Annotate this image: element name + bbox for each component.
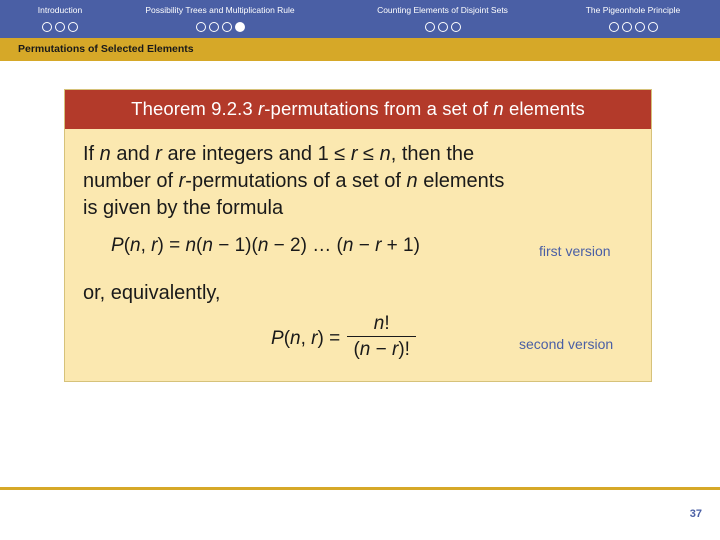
- formula-second-lhs: P(n, r) =: [271, 328, 341, 350]
- progress-dot[interactable]: [424, 21, 435, 32]
- second-version-note: second version: [519, 336, 614, 352]
- footer-divider: [0, 487, 720, 490]
- progress-dot[interactable]: [221, 21, 232, 32]
- nav-section-label: Counting Elements of Disjoint Sets: [377, 5, 508, 15]
- formula-second-version: P(n, r) = n! (n − r)!: [271, 313, 418, 363]
- theorem-box: Theorem 9.2.3 r-permutations from a set …: [64, 89, 652, 382]
- fraction: n! (n − r)!: [347, 313, 416, 361]
- progress-dot[interactable]: [208, 21, 219, 32]
- or-equivalently-text: or, equivalently,: [83, 282, 221, 304]
- top-navigation-bar: Introduction Possibility Trees and Multi…: [0, 0, 720, 38]
- section-title: Permutations of Selected Elements: [18, 43, 194, 55]
- nav-section-possibility-trees[interactable]: Possibility Trees and Multiplication Rul…: [110, 0, 330, 38]
- progress-dot[interactable]: [450, 21, 461, 32]
- theorem-statement-line-1: If n and r are integers and 1 ≤ r ≤ n, t…: [83, 143, 475, 165]
- formula-row-second: P(n, r) = n! (n − r)! second version: [83, 309, 633, 361]
- progress-dot[interactable]: [42, 21, 52, 32]
- progress-dot[interactable]: [195, 21, 206, 32]
- progress-dot[interactable]: [55, 21, 65, 32]
- fraction-denominator: (n − r)!: [353, 339, 410, 360]
- nav-section-label: The Pigeonhole Principle: [585, 5, 681, 15]
- theorem-statement-line-2: number of r-permutations of a set of n e…: [83, 170, 505, 192]
- progress-dot[interactable]: [437, 21, 448, 32]
- theorem-body: If n and r are integers and 1 ≤ r ≤ n, t…: [65, 129, 651, 381]
- progress-dot-active[interactable]: [234, 21, 245, 32]
- nav-progress-dots: [558, 18, 708, 36]
- nav-section-label: Possibility Trees and Multiplication Rul…: [145, 5, 295, 15]
- nav-progress-dots: [350, 18, 535, 36]
- nav-section-counting-disjoint-sets[interactable]: Counting Elements of Disjoint Sets: [350, 0, 535, 38]
- formula-first-version: P(n, r) = n(n − 1)(n − 2) … (n − r + 1): [111, 235, 420, 256]
- progress-dot[interactable]: [608, 21, 619, 32]
- nav-progress-dots: [10, 18, 110, 36]
- progress-dot[interactable]: [647, 21, 658, 32]
- nav-progress-dots: [110, 18, 330, 36]
- progress-dot[interactable]: [634, 21, 645, 32]
- section-title-band: Permutations of Selected Elements: [0, 38, 720, 61]
- nav-section-introduction[interactable]: Introduction: [10, 0, 110, 38]
- nav-section-pigeonhole-principle[interactable]: The Pigeonhole Principle: [558, 0, 708, 38]
- theorem-title-text: Theorem 9.2.3 r-permutations from a set …: [131, 98, 585, 119]
- formula-row-first: P(n, r) = n(n − 1)(n − 2) … (n − r + 1) …: [83, 232, 633, 262]
- progress-dot[interactable]: [621, 21, 632, 32]
- first-version-note: first version: [539, 243, 611, 259]
- theorem-title: Theorem 9.2.3 r-permutations from a set …: [65, 90, 651, 129]
- theorem-statement-line-3: is given by the formula: [83, 197, 284, 219]
- fraction-numerator: n!: [347, 313, 416, 337]
- nav-section-label: Introduction: [37, 5, 83, 15]
- progress-dot[interactable]: [68, 21, 78, 32]
- page-number: 37: [689, 508, 702, 520]
